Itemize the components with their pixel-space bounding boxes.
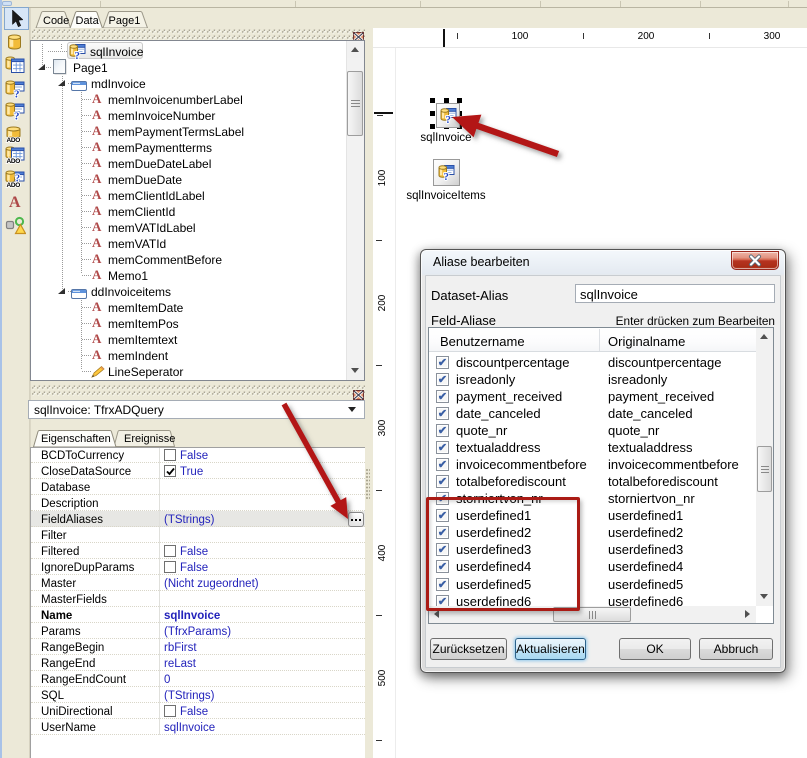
svg-text:Data: Data xyxy=(76,15,100,27)
svg-text:?: ? xyxy=(14,89,20,100)
svg-text:?: ? xyxy=(75,50,81,60)
svg-text:ADO: ADO xyxy=(7,137,21,143)
svg-text:?: ? xyxy=(444,171,450,181)
svg-text:?: ? xyxy=(14,111,20,122)
svg-text:Ereignisse: Ereignisse xyxy=(124,433,175,445)
svg-text:Page1: Page1 xyxy=(109,15,141,27)
svg-text:ADO: ADO xyxy=(7,158,21,164)
svg-text:ADO: ADO xyxy=(7,182,21,188)
svg-text:Eigenschaften: Eigenschaften xyxy=(41,433,111,445)
svg-text:?: ? xyxy=(446,114,452,124)
svg-text:Code: Code xyxy=(43,15,69,27)
